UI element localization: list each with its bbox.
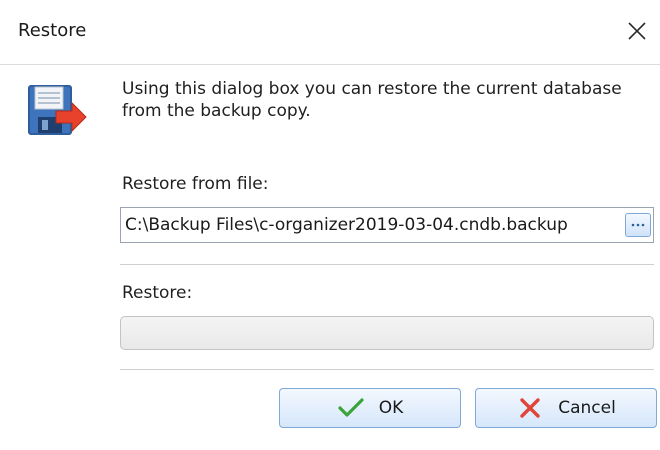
ellipsis-icon	[631, 223, 645, 227]
restore-file-input[interactable]	[121, 208, 625, 242]
description-text: Using this dialog box you can restore th…	[122, 79, 622, 121]
window-title: Restore	[18, 20, 87, 41]
restore-database-icon	[28, 85, 87, 135]
browse-button[interactable]	[625, 213, 651, 237]
x-icon	[520, 398, 540, 418]
restore-progress-bar	[120, 316, 654, 350]
title-bar: Restore	[0, 0, 660, 64]
cancel-button[interactable]: Cancel	[475, 388, 657, 428]
restore-file-label: Restore from file:	[122, 174, 269, 194]
close-icon	[628, 22, 646, 40]
ok-button-label: OK	[378, 398, 404, 418]
cancel-button-label: Cancel	[558, 398, 616, 418]
restore-dialog: Restore Using this dialog box you can re…	[0, 0, 660, 450]
close-button[interactable]	[622, 16, 652, 46]
checkmark-icon	[338, 398, 364, 417]
ok-button[interactable]: OK	[279, 388, 461, 428]
footer-divider	[120, 369, 654, 370]
restore-file-field	[120, 207, 654, 243]
section-divider	[120, 264, 654, 265]
dialog-content: Using this dialog box you can restore th…	[0, 65, 660, 450]
restore-progress-label: Restore:	[122, 283, 193, 303]
